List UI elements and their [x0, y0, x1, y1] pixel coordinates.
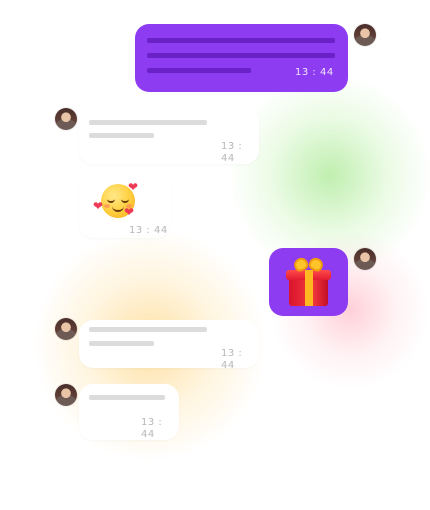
contact-avatar[interactable]: [55, 384, 77, 406]
sent-sticker-bubble[interactable]: [269, 248, 348, 316]
message-timestamp: 13 : 44: [295, 67, 334, 78]
emoji-cheek: [104, 204, 110, 208]
heart-icon: ❤: [93, 199, 104, 213]
text-placeholder-line: [147, 68, 251, 73]
text-placeholder-line: [147, 38, 335, 43]
received-emoji-bubble[interactable]: ❤ ❤ ❤ 13 : 44: [79, 172, 171, 238]
emoji-mouth: [112, 204, 124, 212]
text-placeholder-line: [89, 341, 154, 346]
text-placeholder-line: [89, 395, 165, 400]
emoji-eye: [107, 197, 115, 203]
message-timestamp: 13 : 44: [221, 348, 243, 371]
message-timestamp: 13 : 44: [141, 417, 163, 440]
text-placeholder-line: [89, 133, 154, 138]
heart-icon: ❤: [128, 180, 139, 194]
user-avatar[interactable]: [354, 24, 376, 46]
wrapped-gift-icon: [286, 255, 331, 307]
text-placeholder-line: [89, 327, 207, 332]
heart-icon: ❤: [124, 205, 135, 219]
received-message-bubble[interactable]: 13 : 44: [79, 320, 259, 371]
message-timestamp: 13 : 44: [129, 225, 168, 236]
message-timestamp: 13 : 44: [221, 141, 243, 164]
gift-ribbon: [305, 270, 313, 306]
text-placeholder-line: [147, 53, 335, 58]
received-message-bubble[interactable]: 13 : 44: [79, 384, 179, 440]
sent-message-bubble[interactable]: 13 : 44: [135, 24, 348, 92]
user-avatar[interactable]: [354, 248, 376, 270]
contact-avatar[interactable]: [55, 318, 77, 340]
emoji-eye: [121, 197, 129, 203]
text-placeholder-line: [89, 120, 207, 125]
received-message-bubble[interactable]: 13 : 44: [79, 108, 259, 164]
contact-avatar[interactable]: [55, 108, 77, 130]
